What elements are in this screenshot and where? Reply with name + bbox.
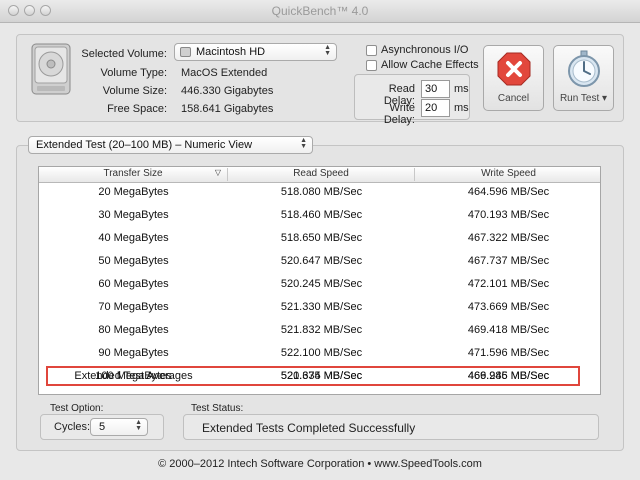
transfer-size-cell: 50 MegaBytes	[98, 255, 169, 267]
allow-cache-effects-checkbox[interactable]	[366, 60, 377, 71]
run-test-button-label: Run Test ▾	[559, 93, 608, 104]
averages-read: 520.335 MB/Sec	[280, 370, 363, 382]
view-mode-select[interactable]: Extended Test (20–100 MB) – Numeric View…	[28, 136, 313, 154]
copyright-footer: © 2000–2012 Intech Software Corporation …	[158, 458, 482, 470]
cycles-label: Cycles:	[54, 421, 91, 433]
cycles-select[interactable]: 5 ▲ ▼	[90, 418, 148, 436]
write-speed-cell: 473.669 MB/Sec	[467, 301, 550, 313]
free-space-value: 158.641 Gigabytes	[181, 103, 274, 115]
write-speed-cell: 467.737 MB/Sec	[467, 255, 550, 267]
write-speed-cell: 469.418 MB/Sec	[467, 324, 550, 336]
column-header-write-speed[interactable]: Write Speed	[415, 168, 600, 181]
read-speed-cell: 518.080 MB/Sec	[280, 186, 363, 198]
table-row[interactable]: 60 MegaBytes 520.245 MB/Sec 472.101 MB/Sec	[39, 274, 600, 295]
read-speed-cell: 518.460 MB/Sec	[280, 209, 363, 221]
cycles-value: 5	[99, 421, 106, 433]
write-delay-unit: ms	[454, 102, 469, 114]
cancel-button[interactable]: Cancel	[483, 45, 544, 111]
table-header: Transfer Size ▽ Read Speed Write Speed	[39, 167, 600, 183]
write-speed-cell: 467.322 MB/Sec	[467, 232, 550, 244]
table-row[interactable]: 80 MegaBytes 521.832 MB/Sec 469.418 MB/Sec	[39, 320, 600, 341]
transfer-size-cell: 90 MegaBytes	[98, 347, 169, 359]
free-space-label: Free Space:	[107, 103, 167, 115]
volume-size-label: Volume Size:	[102, 85, 167, 97]
write-delay-input[interactable]: 20	[421, 99, 450, 117]
asynchronous-io-checkbox[interactable]	[366, 45, 377, 56]
volume-type-value: MacOS Extended	[181, 67, 268, 79]
read-speed-cell: 520.245 MB/Sec	[280, 278, 363, 290]
averages-row: Extended Test Averages 520.335 MB/Sec 46…	[39, 366, 600, 387]
allow-cache-effects-label: Allow Cache Effects	[381, 59, 479, 71]
sort-descending-icon: ▽	[214, 168, 221, 177]
volume-select-value: Macintosh HD	[196, 46, 266, 58]
table-row[interactable]: 70 MegaBytes 521.330 MB/Sec 473.669 MB/Sec	[39, 297, 600, 318]
table-row[interactable]: 50 MegaBytes 520.647 MB/Sec 467.737 MB/Sec	[39, 251, 600, 272]
title-bar: QuickBench™ 4.0	[0, 0, 640, 23]
transfer-size-cell: 40 MegaBytes	[98, 232, 169, 244]
table-row[interactable]: 20 MegaBytes 518.080 MB/Sec 464.596 MB/Sec	[39, 182, 600, 203]
delay-box: Read Delay: 30 ms Write Delay: 20 ms	[354, 74, 470, 126]
read-delay-unit: ms	[454, 83, 469, 95]
test-option-label: Test Option:	[50, 403, 104, 414]
test-status-value: Extended Tests Completed Successfully	[202, 421, 416, 435]
volume-select[interactable]: Macintosh HD ▲ ▼	[174, 43, 337, 61]
averages-write: 469.286 MB/Sec	[467, 370, 550, 382]
test-status-label: Test Status:	[191, 403, 244, 414]
write-speed-cell: 470.193 MB/Sec	[467, 209, 550, 221]
transfer-size-cell: 70 MegaBytes	[98, 301, 169, 313]
volume-icon	[180, 47, 191, 57]
quickbench-window: QuickBench™ 4.0 Selected Volume: Macinto…	[0, 0, 640, 480]
write-speed-cell: 471.596 MB/Sec	[467, 347, 550, 359]
transfer-size-cell: 80 MegaBytes	[98, 324, 169, 336]
read-speed-cell: 522.100 MB/Sec	[280, 347, 363, 359]
test-option-box: Cycles: 5 ▲ ▼	[40, 414, 164, 440]
chevron-updown-icon: ▲ ▼	[300, 137, 307, 150]
stop-icon	[497, 52, 531, 86]
window-title: QuickBench™ 4.0	[271, 4, 369, 18]
column-header-read-speed[interactable]: Read Speed	[228, 168, 415, 181]
read-speed-cell: 521.832 MB/Sec	[280, 324, 363, 336]
chevron-updown-icon: ▲ ▼	[135, 419, 142, 432]
selected-volume-label: Selected Volume:	[81, 48, 167, 60]
table-row[interactable]: 40 MegaBytes 518.650 MB/Sec 467.322 MB/Sec	[39, 228, 600, 249]
table-row[interactable]: 30 MegaBytes 518.460 MB/Sec 470.193 MB/Sec	[39, 205, 600, 226]
results-table: Transfer Size ▽ Read Speed Write Speed 2…	[38, 166, 601, 395]
test-status-box: Extended Tests Completed Successfully	[183, 414, 599, 440]
read-speed-cell: 521.330 MB/Sec	[280, 301, 363, 313]
transfer-size-cell: 60 MegaBytes	[98, 278, 169, 290]
write-speed-cell: 472.101 MB/Sec	[467, 278, 550, 290]
volume-size-value: 446.330 Gigabytes	[181, 85, 274, 97]
view-mode-value: Extended Test (20–100 MB) – Numeric View	[36, 139, 253, 151]
volume-settings-panel: Selected Volume: Macintosh HD ▲ ▼ Volume …	[16, 34, 624, 126]
transfer-size-cell: 30 MegaBytes	[98, 209, 169, 221]
read-speed-cell: 520.647 MB/Sec	[280, 255, 363, 267]
read-delay-input[interactable]: 30	[421, 80, 450, 98]
run-test-button[interactable]: Run Test ▾	[553, 45, 614, 111]
write-delay-label: Write Delay:	[383, 102, 415, 126]
cancel-button-label: Cancel	[497, 93, 530, 104]
averages-label: Extended Test Averages	[74, 370, 193, 382]
column-header-transfer-size[interactable]: Transfer Size ▽	[39, 168, 228, 181]
read-speed-cell: 518.650 MB/Sec	[280, 232, 363, 244]
stopwatch-icon	[568, 50, 600, 87]
chevron-updown-icon: ▲ ▼	[324, 44, 331, 57]
volume-type-label: Volume Type:	[100, 67, 167, 79]
write-speed-cell: 464.596 MB/Sec	[467, 186, 550, 198]
transfer-size-cell: 20 MegaBytes	[98, 186, 169, 198]
asynchronous-io-label: Asynchronous I/O	[381, 44, 469, 56]
table-row[interactable]: 90 MegaBytes 522.100 MB/Sec 471.596 MB/Sec	[39, 343, 600, 364]
